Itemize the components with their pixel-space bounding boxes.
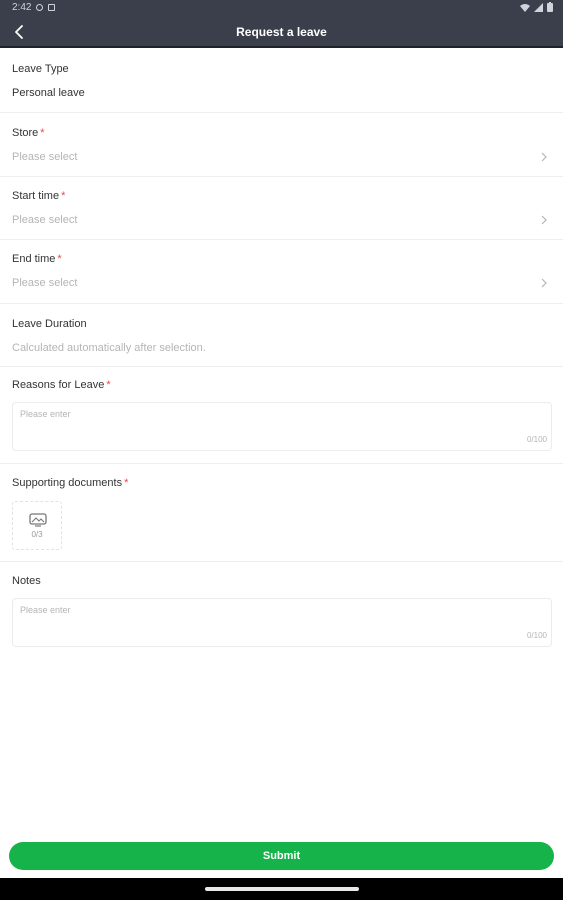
status-bar-left: 2:42 (12, 2, 56, 13)
app-header: Request a leave (0, 16, 563, 48)
start-time-row[interactable]: Start time * Please select (0, 177, 563, 240)
leave-duration-row: Leave Duration Calculated automatically … (0, 304, 563, 367)
reasons-placeholder: Please enter (20, 409, 71, 419)
reasons-textarea[interactable]: Please enter 0/100 (12, 402, 552, 451)
required-marker: * (106, 379, 111, 391)
leave-type-label: Leave Type (12, 63, 69, 75)
notes-textarea[interactable]: Please enter 0/100 (12, 598, 552, 647)
notes-label: Notes (12, 575, 41, 587)
page-title: Request a leave (236, 25, 327, 39)
upload-counter: 0/3 (31, 530, 43, 539)
store-row[interactable]: Store * Please select (0, 113, 563, 177)
notes-char-counter: 0/100 (526, 631, 547, 640)
upload-button[interactable]: 0/3 (12, 501, 62, 550)
notes-placeholder: Please enter (20, 605, 71, 615)
chevron-right-icon (541, 215, 547, 225)
required-marker: * (40, 127, 45, 139)
store-select[interactable]: Please select (12, 151, 77, 163)
home-indicator[interactable] (205, 887, 359, 891)
required-marker: * (61, 190, 66, 202)
notification-icon (48, 4, 56, 11)
required-marker: * (124, 477, 129, 489)
chevron-right-icon (541, 278, 547, 288)
reasons-row: Reasons for Leave * Please enter 0/100 (0, 367, 563, 464)
battery-icon (547, 2, 553, 12)
start-time-select[interactable]: Please select (12, 214, 77, 226)
store-label: Store * (12, 127, 45, 139)
required-marker: * (57, 253, 62, 265)
system-navigation-bar (0, 878, 563, 900)
supporting-documents-row: Supporting documents * (0, 464, 563, 562)
chevron-right-icon (541, 152, 547, 162)
reasons-char-counter: 0/100 (526, 435, 547, 444)
reasons-label: Reasons for Leave * (12, 379, 111, 391)
submit-button[interactable]: Submit (9, 842, 554, 870)
wifi-icon (520, 3, 530, 12)
status-bar-right (520, 2, 553, 12)
settings-icon (36, 4, 44, 11)
status-bar: 2:42 (0, 0, 563, 16)
leave-duration-value: Calculated automatically after selection… (12, 342, 206, 354)
leave-type-row: Leave Type Personal leave (0, 48, 563, 113)
status-time: 2:42 (12, 2, 32, 13)
notes-row: Notes Please enter 0/100 (0, 562, 563, 662)
end-time-select[interactable]: Please select (12, 277, 77, 289)
leave-request-form: Leave Type Personal leave Store * Please … (0, 48, 563, 367)
leave-type-value: Personal leave (12, 87, 85, 99)
end-time-label: End time * (12, 253, 62, 265)
start-time-label: Start time * (12, 190, 66, 202)
supporting-documents-label: Supporting documents * (12, 477, 129, 489)
end-time-row[interactable]: End time * Please select (0, 240, 563, 304)
signal-icon (534, 2, 543, 12)
image-upload-icon (29, 513, 47, 527)
leave-duration-label: Leave Duration (12, 318, 87, 330)
